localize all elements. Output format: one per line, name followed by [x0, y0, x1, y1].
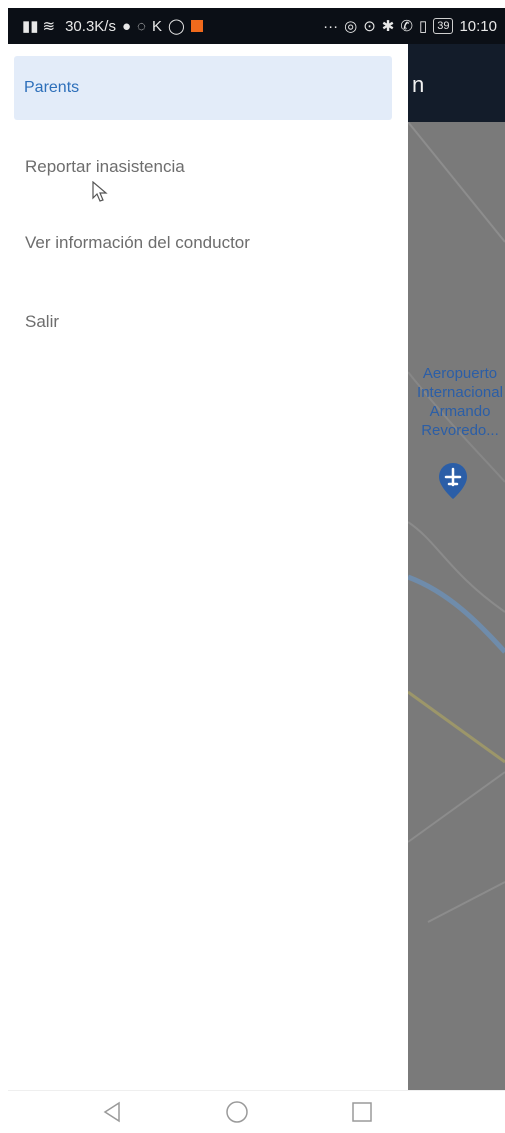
status-time: 10:10 [459, 17, 497, 35]
drawer-header-label: Parents [24, 79, 80, 96]
app-notification-icon [190, 20, 203, 32]
menu-item-ver-informacion-conductor[interactable]: Ver información del conductor [25, 233, 250, 253]
bluetooth-icon: ✱ [381, 18, 395, 35]
airport-pin-icon[interactable] [438, 462, 468, 500]
app-title: n [412, 72, 425, 97]
home-circle-icon [225, 1101, 248, 1123]
recents-square-icon [351, 1102, 372, 1122]
home-button[interactable] [222, 1097, 252, 1127]
status-bar: ▮▮ ≋ 30.3K/s ● ◌ K ◯ ··· ◎ ⊙ ✱ ✆ ▯ 39 10… [8, 8, 505, 44]
menu-item-salir[interactable]: Salir [25, 312, 59, 332]
recents-button[interactable] [347, 1097, 377, 1127]
navigation-drawer: Parents Reportar inasistencia Ver inform… [8, 44, 408, 1090]
network-speed: 30.3K/s [65, 17, 116, 35]
battery-icon: 39 [433, 18, 454, 34]
signal-icon: ▮▮ [22, 18, 39, 35]
phone-icon: ✆ [400, 18, 413, 35]
status-icons-right: ··· ◎ ⊙ ✱ ✆ ▯ 39 10:10 [323, 17, 497, 36]
sync-icon: ◌ [137, 17, 146, 35]
status-icons-left: ▮▮ ≋ [22, 17, 55, 35]
airport-map-label[interactable]: Aeropuerto Internacional Armando Revored… [406, 364, 505, 440]
wifi-icon: ≋ [42, 18, 56, 35]
drawer-header[interactable]: Parents [14, 56, 392, 120]
alarm-icon: ⊙ [363, 18, 376, 35]
vibrate-icon: ▯ [418, 18, 428, 35]
menu-item-reportar-inasistencia[interactable]: Reportar inasistencia [25, 157, 185, 177]
k-app-icon: K [151, 17, 162, 35]
whatsapp-icon: ◯ [167, 18, 185, 35]
eye-icon: ◎ [344, 18, 358, 35]
back-triangle-icon [103, 1101, 120, 1123]
back-button[interactable] [97, 1097, 127, 1127]
more-notifications-icon: ··· [323, 17, 339, 35]
system-navigation-bar [8, 1090, 505, 1133]
notification-icon: ● [121, 17, 132, 35]
mouse-cursor-icon [92, 181, 108, 202]
